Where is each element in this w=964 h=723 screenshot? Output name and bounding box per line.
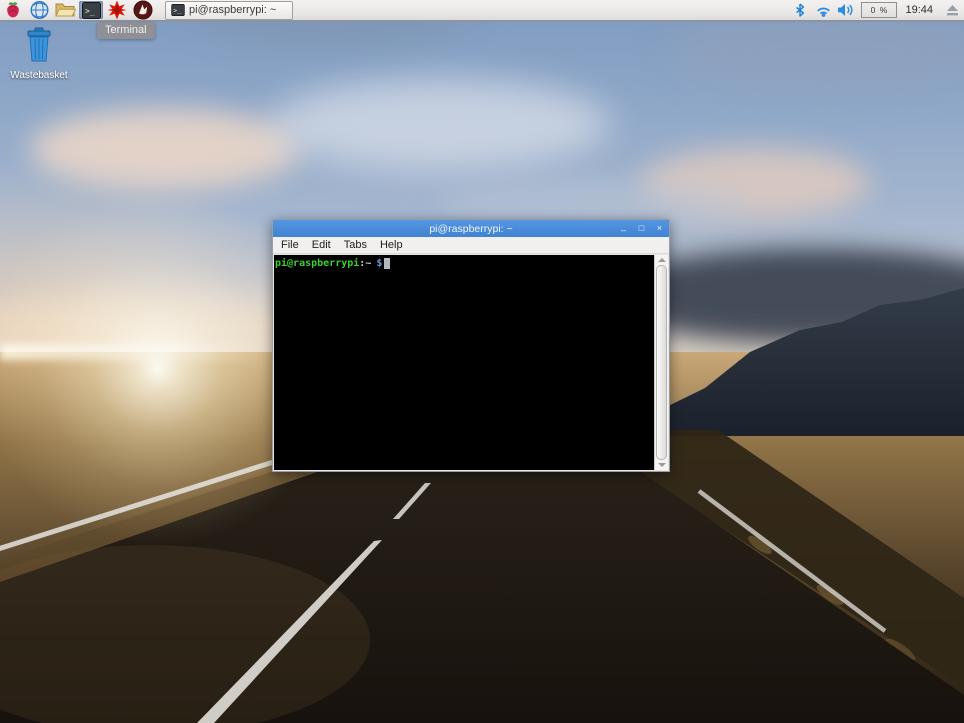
close-button[interactable]: × bbox=[655, 224, 664, 233]
web-browser-icon bbox=[29, 0, 50, 20]
wifi-icon bbox=[815, 4, 832, 17]
raspberry-menu-icon bbox=[3, 0, 23, 20]
scrollbar-thumb[interactable] bbox=[656, 265, 667, 460]
scroll-up-icon[interactable] bbox=[658, 258, 666, 262]
scroll-down-icon[interactable] bbox=[658, 463, 666, 467]
wastebasket-icon bbox=[22, 27, 56, 63]
wifi-button[interactable] bbox=[813, 2, 833, 18]
terminal-scrollbar[interactable] bbox=[654, 255, 668, 470]
desktop: Wastebasket pi@raspberrypi: ~ _ □ × File… bbox=[0, 0, 964, 723]
file-manager-launcher[interactable] bbox=[53, 1, 77, 19]
prompt-symbol: $ bbox=[376, 258, 382, 269]
bluetooth-icon bbox=[794, 2, 806, 18]
menu-button[interactable] bbox=[1, 1, 25, 19]
minimize-button[interactable]: _ bbox=[619, 222, 628, 231]
mathematica-icon bbox=[107, 0, 127, 20]
svg-text:>_: >_ bbox=[85, 6, 95, 15]
file-manager-icon bbox=[54, 1, 76, 19]
tooltip: Terminal bbox=[97, 22, 155, 39]
menu-file[interactable]: File bbox=[281, 239, 299, 251]
browser-launcher[interactable] bbox=[27, 1, 51, 19]
menu-edit[interactable]: Edit bbox=[312, 239, 331, 251]
wastebasket-label: Wastebasket bbox=[8, 70, 70, 81]
clock[interactable]: 19:44 bbox=[905, 4, 933, 16]
menu-help[interactable]: Help bbox=[380, 239, 403, 251]
terminal-screen[interactable]: pi@raspberrypi:~$ bbox=[274, 255, 654, 470]
terminal-body: pi@raspberrypi:~$ bbox=[273, 254, 669, 471]
terminal-menubar: File Edit Tabs Help bbox=[273, 237, 669, 254]
prompt-user-host: pi@raspberrypi bbox=[275, 258, 359, 269]
taskbar-window-button[interactable]: >_ pi@raspberrypi: ~ bbox=[165, 1, 293, 20]
prompt-path: ~ bbox=[365, 258, 371, 269]
wolfram-icon bbox=[133, 0, 153, 20]
bluetooth-button[interactable] bbox=[790, 2, 810, 18]
taskbar-window-label: pi@raspberrypi: ~ bbox=[189, 4, 276, 16]
mathematica-launcher[interactable] bbox=[105, 1, 129, 19]
wolfram-launcher[interactable] bbox=[131, 1, 155, 19]
window-title: pi@raspberrypi: ~ bbox=[429, 223, 512, 235]
system-tray: 0 % 19:44 bbox=[790, 2, 964, 18]
terminal-cursor bbox=[384, 258, 390, 269]
window-titlebar[interactable]: pi@raspberrypi: ~ _ □ × bbox=[273, 220, 669, 237]
window-controls: _ □ × bbox=[619, 220, 664, 237]
eject-icon bbox=[946, 4, 959, 16]
volume-icon bbox=[837, 3, 855, 17]
svg-text:>_: >_ bbox=[173, 7, 181, 14]
maximize-button[interactable]: □ bbox=[637, 224, 646, 233]
horizon-light bbox=[0, 344, 280, 360]
terminal-icon: >_ bbox=[171, 4, 185, 16]
eject-button[interactable] bbox=[942, 2, 962, 18]
desktop-icon-wastebasket[interactable]: Wastebasket bbox=[8, 27, 70, 81]
cpu-usage-label: 0 % bbox=[871, 5, 889, 15]
terminal-icon: >_ bbox=[82, 2, 101, 19]
volume-button[interactable] bbox=[836, 2, 856, 18]
terminal-launcher[interactable]: >_ bbox=[79, 1, 103, 19]
menu-tabs[interactable]: Tabs bbox=[344, 239, 367, 251]
terminal-window: pi@raspberrypi: ~ _ □ × File Edit Tabs H… bbox=[272, 219, 670, 472]
cpu-monitor[interactable]: 0 % bbox=[861, 2, 897, 18]
taskbar: >_ >_ pi@raspberrypi: ~ bbox=[0, 0, 964, 22]
